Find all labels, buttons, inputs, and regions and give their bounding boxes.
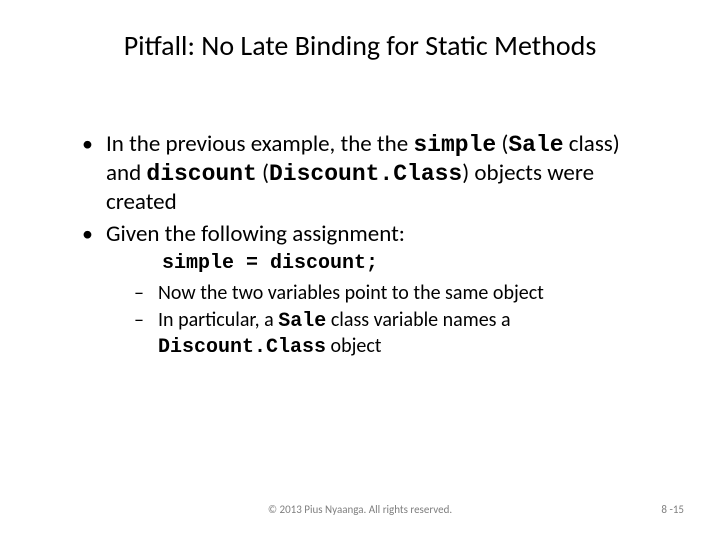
text: In particular, a	[158, 308, 278, 332]
sub-bullet-1: Now the two variables point to the same …	[106, 281, 660, 306]
text: In the previous example, the the	[106, 130, 413, 158]
text: class variable names a	[326, 308, 510, 332]
slide: Pitfall: No Late Binding for Static Meth…	[0, 0, 720, 540]
code-simple: simple	[413, 132, 496, 158]
footer-copyright: © 2013 Pius Nyaanga. All rights reserved…	[0, 503, 720, 516]
code-discount-class: Discount.Class	[269, 161, 462, 187]
slide-body: In the previous example, the the simple …	[78, 130, 660, 364]
sub-bullet-2: In particular, a Sale class variable nam…	[106, 308, 660, 360]
bullet-2: Given the following assignment: simple =…	[78, 220, 660, 359]
slide-title: Pitfall: No Late Binding for Static Meth…	[0, 28, 720, 63]
sub-bullet-list: Now the two variables point to the same …	[106, 281, 660, 360]
footer-page-number: 8 -15	[661, 503, 684, 516]
code-discount-class: Discount.Class	[158, 336, 326, 359]
code-sale: Sale	[508, 132, 563, 158]
code-line: simple = discount;	[162, 252, 660, 276]
code-sale: Sale	[278, 310, 326, 333]
text: Now the two variables point to the same …	[158, 281, 544, 305]
code-discount: discount	[146, 161, 256, 187]
text: object	[326, 334, 381, 358]
text: Given the following assignment:	[106, 220, 405, 248]
text: (	[496, 130, 508, 158]
bullet-list: In the previous example, the the simple …	[78, 130, 660, 360]
text: (	[257, 159, 269, 187]
bullet-1: In the previous example, the the simple …	[78, 130, 660, 216]
